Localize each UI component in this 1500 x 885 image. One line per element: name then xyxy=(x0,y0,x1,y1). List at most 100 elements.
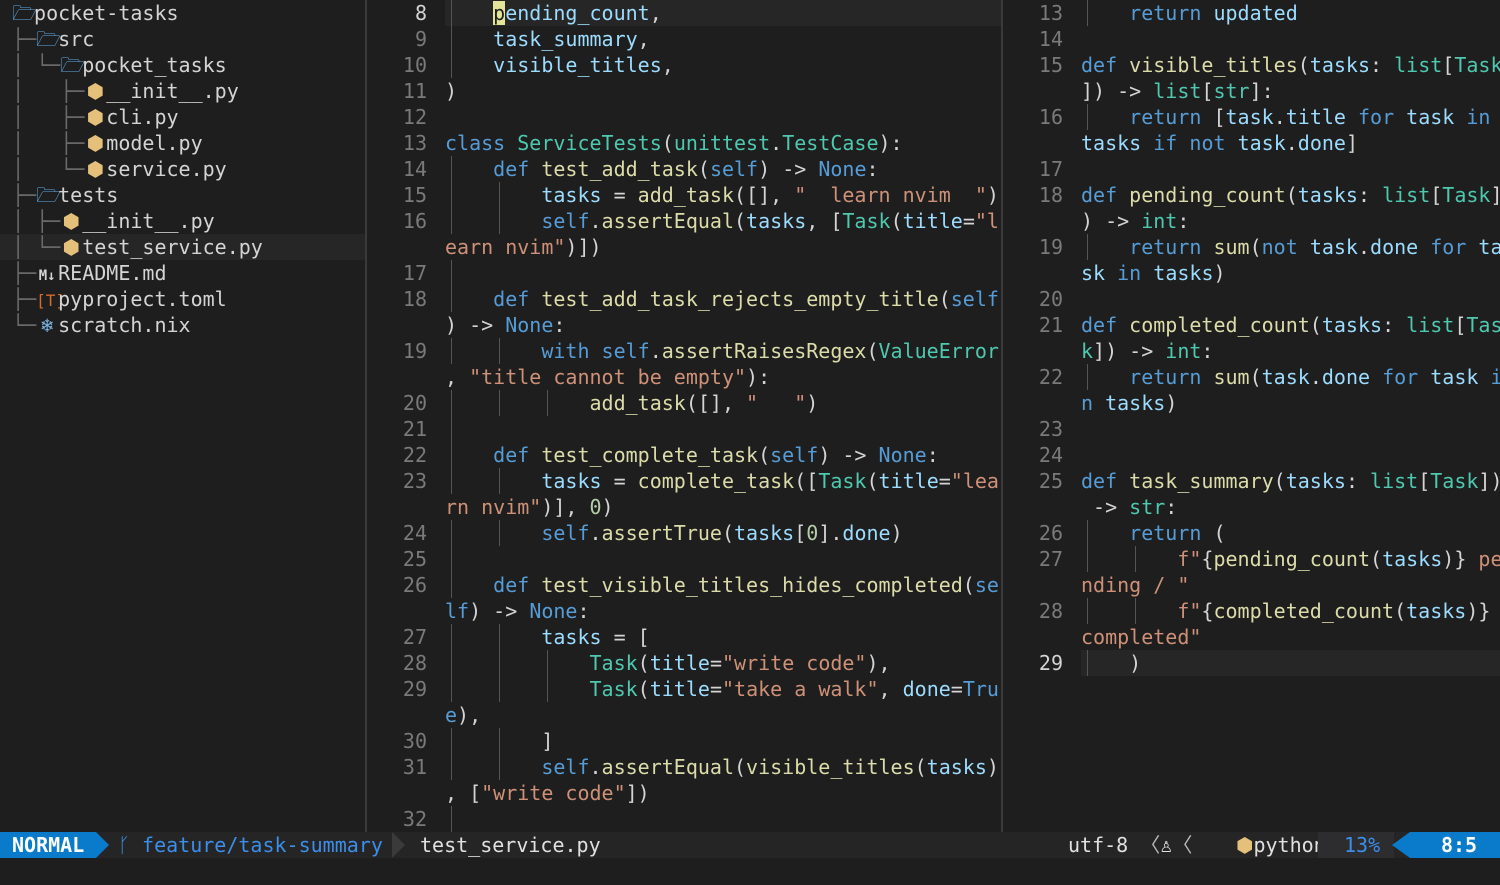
code-line: tasks = [ xyxy=(445,624,650,650)
line-number: 26 xyxy=(1038,521,1063,545)
tree-item[interactable]: ├─ M↓ README.md xyxy=(0,260,365,286)
line-number xyxy=(1003,390,1063,416)
line-number: 27 xyxy=(402,625,427,649)
code-line: n tasks) xyxy=(1081,391,1178,415)
code-line: return sum(not task.done for ta xyxy=(1081,234,1500,260)
cursor-position: 8:5 xyxy=(1410,832,1500,858)
editor-pane-left[interactable]: 8 9 10 11 12 13 14 15 16 17 18 19 20 21 22 23 24 25 26 27 28… xyxy=(367,0,1001,832)
tree-item[interactable]: │ └─ ⬢ service.py xyxy=(0,156,365,182)
line-number xyxy=(367,364,427,390)
tree-item[interactable]: ├─[T]pyproject.toml xyxy=(0,286,365,312)
branch-separator xyxy=(392,832,405,858)
code-line: rn nvim")], 0) xyxy=(445,495,614,519)
tree-item[interactable]: │ └─ ⬢ test_service.py xyxy=(0,234,365,260)
folder-open-icon: 🗁 xyxy=(36,27,61,51)
line-number xyxy=(367,702,427,728)
code-line: return updated xyxy=(1081,0,1298,26)
tree-item-label: cli.py xyxy=(106,105,179,129)
language-label: python xyxy=(1253,833,1326,857)
python-icon: ⬢ xyxy=(86,105,105,129)
code-line: visible_titles, xyxy=(445,52,674,78)
line-number xyxy=(367,598,427,624)
mode-separator xyxy=(96,832,109,858)
tree-item-label: test_service.py xyxy=(82,235,263,259)
python-icon: ⬢ xyxy=(86,79,105,103)
tree-item[interactable]: │ └─🗁pocket_tasks xyxy=(0,52,365,78)
line-number: 31 xyxy=(402,755,427,779)
mode-indicator: NORMAL xyxy=(0,832,96,858)
tree-guide: │ ├─ xyxy=(0,105,85,129)
code-line: pending_count, xyxy=(445,0,662,26)
toml-icon: [T] xyxy=(36,291,66,310)
code-line: return ( xyxy=(1081,520,1226,546)
code-line: self.assertTrue(tasks[0].done) xyxy=(445,520,903,546)
tree-item[interactable]: │ ├─ ⬢ __init__.py xyxy=(0,78,365,104)
code-line: return [task.title for task in xyxy=(1081,104,1490,130)
line-number: 21 xyxy=(1038,313,1063,337)
line-number: 19 xyxy=(1038,235,1063,259)
code-line: def visible_titles(tasks: list[Task xyxy=(1081,53,1500,77)
line-number xyxy=(1003,338,1063,364)
command-line[interactable] xyxy=(0,858,1500,885)
python-icon: ⬢ xyxy=(62,235,80,259)
tree-item[interactable]: ├─🗁tests xyxy=(0,182,365,208)
tree-item[interactable]: ├─🗁src xyxy=(0,26,365,52)
line-number: 13 xyxy=(1038,1,1063,25)
tree-item[interactable]: │ ├─ ⬢ cli.py xyxy=(0,104,365,130)
line-number: 15 xyxy=(402,183,427,207)
code-line: completed" xyxy=(1081,625,1202,649)
code-line: ) -> None: xyxy=(445,313,566,337)
tree-guide: │ ├─ xyxy=(0,209,61,233)
tree-item-label: model.py xyxy=(106,131,203,155)
tree-item-label: pyproject.toml xyxy=(58,287,227,311)
linux-icon: ♙ xyxy=(1160,833,1173,857)
line-number: 14 xyxy=(1038,27,1063,51)
line-number: 10 xyxy=(402,53,427,77)
tree-item[interactable]: 🗁pocket-tasks xyxy=(0,0,365,26)
line-number: 25 xyxy=(402,547,427,571)
tree-item-label: __init__.py xyxy=(82,209,215,233)
line-number: 23 xyxy=(402,469,427,493)
tree-guide: │ └─ xyxy=(0,157,85,181)
code-line: ] xyxy=(445,728,554,754)
code-line: def pending_count(tasks: list[Task] xyxy=(1081,183,1500,207)
tree-item[interactable]: └─ ❄ scratch.nix xyxy=(0,312,365,338)
line-number: 12 xyxy=(402,105,427,129)
line-number: 8 xyxy=(414,1,427,25)
tree-guide: │ ├─ xyxy=(0,131,85,155)
line-number: 11 xyxy=(402,79,427,103)
line-number xyxy=(1003,572,1063,598)
editor-pane-right[interactable]: 13 14 15 16 17 18 19 20 21 22 23 24 25 26 27 28 29 retur… xyxy=(1003,0,1500,832)
tree-item-label: __init__.py xyxy=(106,79,239,103)
line-number xyxy=(367,494,427,520)
code-line: tasks if not task.done] xyxy=(1081,131,1359,155)
statusline: NORMAL ᚴ feature/task-summary test_servi… xyxy=(0,832,1500,858)
tree-guide: └─ xyxy=(0,313,37,337)
code-line: e), xyxy=(445,703,482,727)
line-number: 29 xyxy=(402,677,427,701)
tree-guide xyxy=(0,1,12,25)
file-tree[interactable]: 🗁pocket-tasks ├─🗁src │ └─🗁pocket_tasks │… xyxy=(0,0,365,832)
code-line: f"{pending_count(tasks)} pe xyxy=(1081,546,1500,572)
code-line: def test_complete_task(self) -> None: xyxy=(445,442,939,468)
code-line: self.assertEqual(visible_titles(tasks) xyxy=(445,754,999,780)
line-number: 18 xyxy=(1038,183,1063,207)
code-line: ]) -> list[str]: xyxy=(1081,79,1274,103)
tree-item-label: scratch.nix xyxy=(58,313,191,337)
tree-guide: │ ├─ xyxy=(0,79,85,103)
code-line: , ["write code"]) xyxy=(445,781,650,805)
code-line: -> str: xyxy=(1081,495,1178,519)
tree-item[interactable]: │ ├─ ⬢ __init__.py xyxy=(0,208,365,234)
line-number: 13 xyxy=(402,131,427,155)
code-line: lf) -> None: xyxy=(445,599,590,623)
tree-guide: ├─ xyxy=(0,183,37,207)
code-line: ) -> int: xyxy=(1081,209,1190,233)
git-branch[interactable]: ᚴ feature/task-summary xyxy=(118,832,383,858)
line-number: 17 xyxy=(402,261,427,285)
line-number xyxy=(1003,78,1063,104)
tree-item[interactable]: │ ├─ ⬢ model.py xyxy=(0,130,365,156)
line-number xyxy=(1003,494,1063,520)
line-number xyxy=(1003,624,1063,650)
line-number: 16 xyxy=(1038,105,1063,129)
line-number: 16 xyxy=(402,209,427,233)
